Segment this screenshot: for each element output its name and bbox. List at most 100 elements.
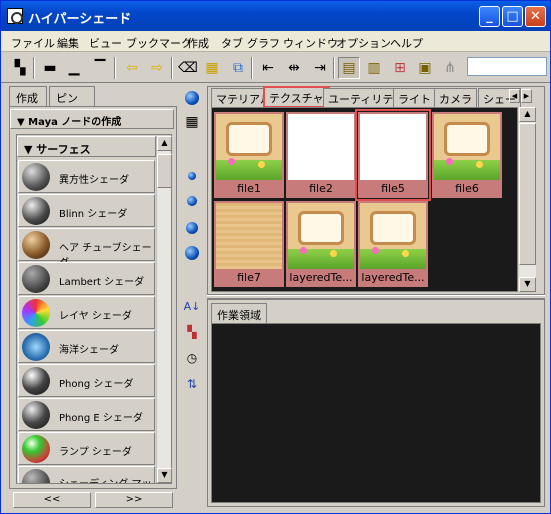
next-page-button[interactable]: >> xyxy=(95,492,173,508)
scroll-up-icon[interactable]: ▲ xyxy=(157,136,172,151)
hierarchy-icon[interactable]: ⋔ xyxy=(439,57,461,79)
minimize-button[interactable]: _ xyxy=(479,6,500,27)
surface-section-header[interactable]: ▼ サーフェス xyxy=(17,136,156,157)
grid-arrange-icon[interactable]: ▦ xyxy=(201,57,223,79)
sphere-swatch-icon xyxy=(22,265,50,293)
work-area-canvas[interactable] xyxy=(211,323,541,503)
node-anisotropic[interactable]: 異方性シェーダ xyxy=(18,160,155,193)
output-connections-icon[interactable]: ⇥ xyxy=(309,57,331,79)
layout-top-bottom-icon[interactable]: ▬ xyxy=(39,57,61,79)
menu-help[interactable]: ヘルプ xyxy=(390,35,423,51)
menu-view[interactable]: ビュー xyxy=(89,35,122,51)
node-ocean[interactable]: 海洋シェーダ xyxy=(18,330,155,363)
node-shading-map[interactable]: シェーディング マップ xyxy=(18,466,155,484)
right-tab-bar: マテリアル テクスチャ ユーティリティ ライト カメラ シェー xyxy=(211,86,541,108)
sphere-swatch-icon xyxy=(22,469,50,483)
menu-file[interactable]: ファイル xyxy=(11,35,55,51)
sort-by-type-icon[interactable]: ▚ xyxy=(183,323,201,341)
node-phong[interactable]: Phong シェーダ xyxy=(18,364,155,397)
texture-grid-scrollbar[interactable]: ▲ ▼ xyxy=(519,107,536,292)
maya-nodes-header[interactable]: ▼ Maya ノードの作成 xyxy=(10,109,174,129)
small-icon-mode-icon[interactable]: ⊞ xyxy=(389,57,411,79)
prev-page-button[interactable]: << xyxy=(13,492,91,508)
list-mode-icon[interactable]: ▥ xyxy=(363,57,385,79)
node-label: シェーディング マップ xyxy=(59,475,154,483)
menu-tabs[interactable]: タブ xyxy=(221,35,243,51)
menu-graph[interactable]: グラフ xyxy=(247,35,280,51)
node-list-scrollbar[interactable]: ▲ ▼ xyxy=(156,136,172,483)
node-label: 海洋シェーダ xyxy=(59,345,119,356)
texture-swatch-layered-2[interactable]: layeredTe... xyxy=(358,201,428,287)
sphere-swatch-icon xyxy=(22,163,50,191)
node-lambert[interactable]: Lambert シェーダ xyxy=(18,262,155,295)
tab-scroll-right-icon[interactable]: ▶ xyxy=(521,89,532,103)
texture-swatch-file5[interactable]: file5 xyxy=(355,109,431,201)
texture-swatch-file1[interactable]: file1 xyxy=(214,112,284,198)
tab-cameras[interactable]: カメラ xyxy=(434,88,477,107)
scroll-thumb[interactable] xyxy=(519,123,536,265)
menu-window[interactable]: ウィンドウ xyxy=(283,35,338,51)
node-ramp[interactable]: ランプ シェーダ xyxy=(18,432,155,465)
node-filter-input[interactable] xyxy=(467,57,547,76)
large-icon-mode-icon[interactable]: ▣ xyxy=(414,57,436,79)
sort-by-name-icon[interactable]: A↓ xyxy=(183,297,201,315)
tab-textures[interactable]: テクスチャ xyxy=(263,86,330,108)
xlarge-ball-icon[interactable] xyxy=(183,244,201,262)
toolbar-separator xyxy=(171,57,173,79)
node-blinn[interactable]: Blinn シェーダ xyxy=(18,194,155,227)
scroll-down-icon[interactable]: ▼ xyxy=(519,277,536,292)
eraser-icon[interactable]: ⌫ xyxy=(177,57,199,79)
tab-work-area[interactable]: 作業領域 xyxy=(211,303,267,323)
menu-edit[interactable]: 編集 xyxy=(57,35,79,51)
medium-ball-icon[interactable] xyxy=(183,192,201,210)
close-button[interactable]: ✕ xyxy=(525,6,546,27)
small-ball-icon[interactable] xyxy=(183,167,201,185)
texture-swatch-file7[interactable]: file7 xyxy=(214,201,284,287)
texture-name: layeredTe... xyxy=(289,271,353,284)
toolbar-separator xyxy=(33,57,35,79)
graph-network-icon[interactable]: ⧉ xyxy=(227,57,249,79)
title-bar[interactable]: ハイパーシェード _ □ ✕ xyxy=(1,1,550,31)
node-layered[interactable]: レイヤ シェーダ xyxy=(18,296,155,329)
large-ball-icon[interactable] xyxy=(183,219,201,237)
sort-by-time-icon[interactable]: ◷ xyxy=(183,349,201,367)
node-label: ランプ シェーダ xyxy=(59,447,132,458)
tool-toggle-icon[interactable]: ▚ xyxy=(9,57,31,79)
sphere-swatch-icon[interactable] xyxy=(183,89,201,107)
scroll-down-icon[interactable]: ▼ xyxy=(157,468,172,483)
texture-name: file1 xyxy=(237,182,261,195)
tab-scroll-left-icon[interactable]: ◀ xyxy=(509,89,520,103)
texture-thumbnail xyxy=(216,114,282,180)
grid-view-icon[interactable]: ▦ xyxy=(183,113,201,131)
layout-bottom-icon[interactable]: ▁ xyxy=(63,57,85,79)
scroll-thumb[interactable] xyxy=(157,154,172,188)
texture-swatch-file2[interactable]: file2 xyxy=(286,112,356,198)
arrow-left-icon[interactable]: ⇦ xyxy=(121,57,143,79)
texture-swatch-layered-1[interactable]: layeredTe... xyxy=(286,201,356,287)
toolbar-separator xyxy=(333,57,335,79)
sphere-swatch-icon xyxy=(22,367,50,395)
tab-create[interactable]: 作成 xyxy=(9,86,47,107)
scroll-up-icon[interactable]: ▲ xyxy=(519,107,536,122)
tab-bins[interactable]: ピン xyxy=(49,86,95,106)
tab-lights[interactable]: ライト xyxy=(393,88,436,107)
maximize-button[interactable]: □ xyxy=(502,6,523,27)
texture-name: file2 xyxy=(309,182,333,195)
texture-swatch-file6[interactable]: file6 xyxy=(432,112,502,198)
swatch-mode-icon[interactable]: ▤ xyxy=(338,57,360,79)
menu-bookmarks[interactable]: ブックマーク xyxy=(126,35,192,51)
menu-options[interactable]: オプション xyxy=(336,35,391,51)
texture-thumbnail xyxy=(360,203,426,269)
node-phong-e[interactable]: Phong E シェーダ xyxy=(18,398,155,431)
node-hair-tube[interactable]: ヘア チューブシェーダ xyxy=(18,228,155,269)
input-connections-icon[interactable]: ⇤ xyxy=(257,57,279,79)
input-output-connections-icon[interactable]: ⇹ xyxy=(283,57,305,79)
menu-create[interactable]: 作成 xyxy=(187,35,209,51)
arrow-right-icon[interactable]: ⇨ xyxy=(146,57,168,79)
layout-top-icon[interactable]: ▔ xyxy=(89,57,111,79)
texture-thumbnail xyxy=(434,114,500,180)
sort-reverse-icon[interactable]: ⇅ xyxy=(183,375,201,393)
node-label: 異方性シェーダ xyxy=(59,175,129,186)
maya-nodes-header-label: Maya ノードの作成 xyxy=(28,117,122,128)
texture-thumbnail xyxy=(360,114,426,180)
